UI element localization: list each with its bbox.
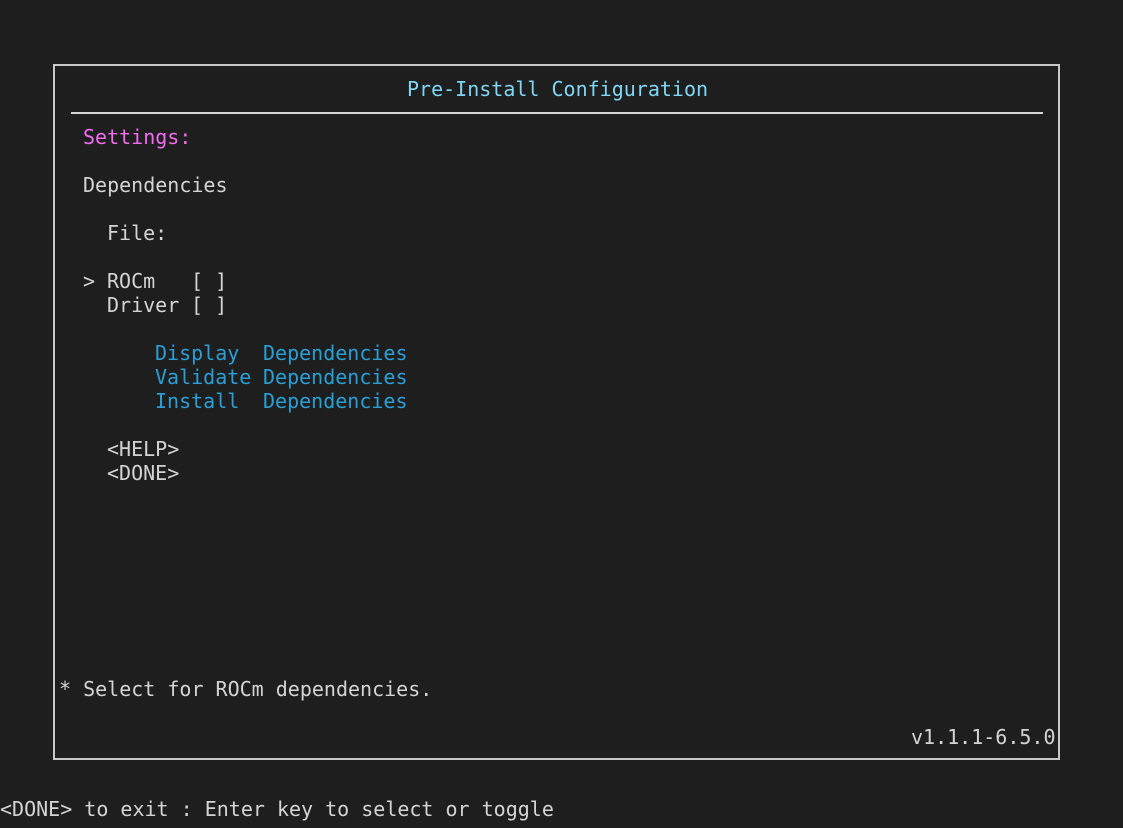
file-label: File: [107,221,168,245]
action-display-verb[interactable]: Display [155,341,239,365]
dialog-title: Pre-Install Configuration [407,77,709,101]
hint-text: * Select for ROCm dependencies. [59,677,433,701]
title-divider [71,112,1043,114]
action-display-noun[interactable]: Dependencies [263,341,408,365]
settings-heading: Settings: [83,125,192,149]
action-install-verb[interactable]: Install [155,389,239,413]
option-driver-checkbox[interactable]: [ ] [191,293,227,317]
action-validate-verb[interactable]: Validate [155,365,251,389]
help-button[interactable]: <HELP> [107,437,179,461]
dependencies-section-label: Dependencies [83,173,228,197]
option-driver-label[interactable]: Driver [107,293,179,317]
status-bar: <DONE> to exit : Enter key to select or … [0,797,554,821]
action-install-noun[interactable]: Dependencies [263,389,408,413]
action-validate-noun[interactable]: Dependencies [263,365,408,389]
version-label: v1.1.1-6.5.0 [911,725,1056,749]
option-rocm-label[interactable]: ROCm [107,269,155,293]
option-rocm-checkbox[interactable]: [ ] [191,269,227,293]
done-button[interactable]: <DONE> [107,461,179,485]
selection-cursor-icon: > [83,269,96,293]
